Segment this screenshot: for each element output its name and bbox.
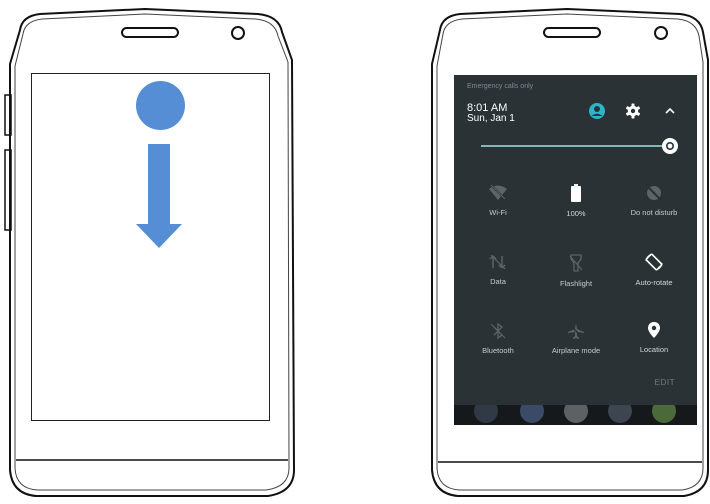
tile-label: Flashlight <box>559 279 593 288</box>
location-icon <box>648 322 660 338</box>
emergency-calls-text: Emergency calls only <box>467 83 534 90</box>
airplane-off-icon <box>568 323 584 339</box>
tile-label: Do not disturb <box>630 208 678 217</box>
auto-rotate-icon <box>645 253 663 271</box>
dock-app-icons <box>474 399 676 423</box>
tile-location[interactable]: Location <box>614 321 694 354</box>
right-phone-screen: Emergency calls only 8:01 AM Sun, Jan 1 <box>454 75 697 425</box>
tile-airplane-mode[interactable]: Airplane mode <box>536 322 616 355</box>
tile-label: Location <box>639 345 669 354</box>
brightness-slider[interactable] <box>481 145 666 147</box>
brightness-icon[interactable] <box>661 137 679 155</box>
illustration: Emergency calls only 8:01 AM Sun, Jan 1 <box>0 0 710 504</box>
quick-settings-panel: Emergency calls only 8:01 AM Sun, Jan 1 <box>454 75 697 405</box>
touch-point-icon <box>136 81 185 130</box>
tile-wifi[interactable]: Wi-Fi <box>458 184 538 217</box>
edit-button[interactable]: EDIT <box>654 377 675 387</box>
dnd-off-icon <box>646 185 662 201</box>
battery-icon <box>571 184 581 202</box>
tile-label: Airplane mode <box>551 346 601 355</box>
tile-auto-rotate[interactable]: Auto-rotate <box>614 252 694 287</box>
tile-label: Bluetooth <box>482 346 514 355</box>
tile-label: 100% <box>566 209 586 218</box>
home-dock <box>454 399 697 425</box>
flashlight-off-icon <box>569 254 583 272</box>
tile-flashlight[interactable]: Flashlight <box>536 253 616 288</box>
bluetooth-off-icon <box>490 322 506 340</box>
tile-data[interactable]: Data <box>458 253 538 286</box>
account-icon[interactable] <box>588 102 606 120</box>
collapse-chevron-icon[interactable] <box>663 104 677 118</box>
settings-gear-icon[interactable] <box>624 102 642 120</box>
clock-date: Sun, Jan 1 <box>467 113 515 124</box>
tile-label: Data <box>490 277 506 286</box>
swipe-down-arrow-icon <box>136 144 182 248</box>
clock-time: 8:01 AM <box>467 102 508 114</box>
tile-label: Auto-rotate <box>635 278 673 287</box>
tile-label: Wi-Fi <box>489 208 507 217</box>
wifi-off-icon <box>489 184 507 200</box>
tile-do-not-disturb[interactable]: Do not disturb <box>614 184 694 217</box>
left-phone-screen <box>31 73 270 421</box>
tile-battery[interactable]: 100% <box>536 183 616 218</box>
tile-bluetooth[interactable]: Bluetooth <box>458 322 538 355</box>
data-off-icon <box>489 254 506 270</box>
